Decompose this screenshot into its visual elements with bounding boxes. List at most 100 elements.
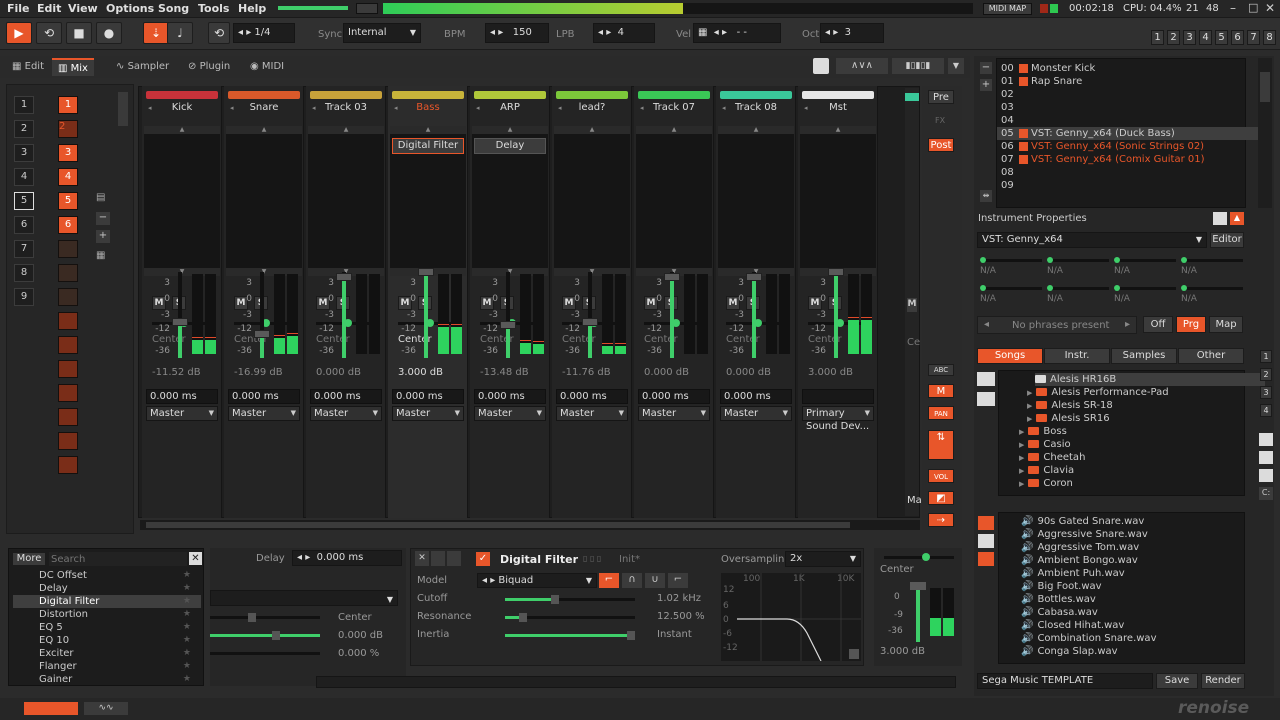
mixer-track-4[interactable]: ◂ARP▲Delay▼MSCenter30-3-12-36-13.48 dB0.…: [470, 86, 550, 518]
scope-toggle-button[interactable]: [356, 3, 378, 14]
sequence-row-8[interactable]: 8: [14, 264, 34, 282]
favorite-star-icon[interactable]: ★: [183, 673, 191, 686]
output-routing-select[interactable]: Master: [228, 406, 300, 421]
tab-plugin[interactable]: ⊘ Plugin: [182, 58, 236, 76]
sequence-row-2[interactable]: 2: [14, 120, 34, 138]
browser-tab-songs[interactable]: Songs: [977, 348, 1043, 364]
track-name[interactable]: Snare: [224, 102, 304, 113]
track-name[interactable]: ARP: [470, 102, 550, 113]
menu-help[interactable]: Help: [238, 2, 266, 15]
menu-tools[interactable]: Tools: [198, 2, 229, 15]
effect-item[interactable]: Exciter ★: [13, 647, 201, 660]
output-routing-select[interactable]: Master: [638, 406, 710, 421]
bandpass-mode-button[interactable]: ∩: [622, 573, 642, 588]
play-button[interactable]: ▶: [6, 22, 32, 44]
sample-file[interactable]: 🔊 Ambient Puh.wav: [1021, 567, 1125, 580]
pre-button[interactable]: Pre: [928, 90, 954, 104]
bandstop-mode-button[interactable]: ∪: [645, 573, 665, 588]
fx-device[interactable]: Digital Filter: [392, 138, 464, 154]
fader-handle[interactable]: [254, 329, 270, 338]
post-button[interactable]: Post: [928, 138, 954, 152]
cutoff-slider[interactable]: [505, 595, 635, 604]
output-routing-select[interactable]: Primary Sound Dev...: [802, 406, 874, 432]
master-volume-slider[interactable]: [278, 6, 348, 10]
menu-options[interactable]: Options: [106, 2, 154, 15]
fader-handle[interactable]: [664, 273, 680, 282]
delay-field[interactable]: 0.000 ms: [720, 389, 792, 404]
user-icon[interactable]: [1259, 451, 1273, 464]
mixer-track-2[interactable]: ◂Track 03▲▼MSCenter30-3-12-360.000 dB0.0…: [306, 86, 386, 518]
template-name-input[interactable]: Sega Music TEMPLATE: [977, 673, 1153, 689]
fx-scroll-up[interactable]: ▲: [472, 126, 548, 134]
clear-search-icon[interactable]: ✕: [189, 552, 202, 565]
sequence-row-1[interactable]: 1: [14, 96, 34, 114]
track-number-3[interactable]: 3: [1183, 30, 1196, 45]
browser-folder[interactable]: ▶ Coron: [1019, 477, 1073, 490]
output-routing-select[interactable]: Master: [474, 406, 546, 421]
phrase-off-button[interactable]: Off: [1143, 316, 1173, 333]
effects-search-input[interactable]: [49, 552, 187, 566]
minimize-icon[interactable]: –: [1230, 1, 1236, 15]
pan-slider[interactable]: [210, 613, 320, 622]
favorite-star-icon[interactable]: ★: [183, 660, 191, 673]
browser-folder[interactable]: ▶ Cheetah: [1019, 451, 1085, 464]
folder-icon[interactable]: [978, 516, 994, 530]
macro-slider[interactable]: [1181, 285, 1243, 291]
track-dsp-select[interactable]: ▼: [210, 590, 398, 606]
delay-field[interactable]: 0.000 ms: [638, 389, 710, 404]
track-name[interactable]: Bass: [388, 102, 468, 113]
device-preset[interactable]: Init*: [619, 554, 640, 565]
delay-field[interactable]: 0.000 ms: [228, 389, 300, 404]
browser-folder[interactable]: ▶ Alesis SR-18: [1027, 399, 1113, 412]
fx-scroll-up[interactable]: ▲: [554, 126, 630, 134]
spectrum-view-button[interactable]: ▮▯▮▯▮: [892, 58, 944, 74]
tab-midi[interactable]: ◉ MIDI: [244, 58, 290, 76]
sample-file[interactable]: 🔊 Aggressive Snare.wav: [1021, 528, 1148, 541]
pattern-slot-6[interactable]: 6: [58, 216, 78, 234]
phrase-map-button[interactable]: Map: [1209, 316, 1243, 333]
browser-folder[interactable]: ▶ Clavia: [1019, 464, 1074, 477]
plugin-select[interactable]: VST: Genny_x64 ▼: [977, 232, 1207, 248]
effect-item[interactable]: Flanger ★: [13, 660, 201, 673]
instrument-row[interactable]: 05 VST: Genny_x64 (Duck Bass): [997, 127, 1263, 140]
menu-file[interactable]: File: [7, 2, 30, 15]
home-icon[interactable]: [1259, 433, 1273, 446]
macro-slider[interactable]: [980, 285, 1042, 291]
sample-file[interactable]: 🔊 Combination Snare.wav: [1021, 632, 1156, 645]
menu-song[interactable]: Song: [158, 2, 189, 15]
mixer-track-6[interactable]: ◂Track 07▲▼MSCenter30-3-12-360.000 dB0.0…: [634, 86, 714, 518]
device-close-button[interactable]: ✕: [415, 551, 429, 566]
delay-field[interactable]: ◂ ▸ 0.000 ms: [292, 550, 402, 566]
sequence-slot-empty[interactable]: [58, 264, 78, 282]
song-position-bar[interactable]: [383, 3, 973, 14]
list-icon[interactable]: [1213, 212, 1227, 225]
pattern-slot-1[interactable]: 1: [58, 96, 78, 114]
effect-item[interactable]: Distortion ★: [13, 608, 201, 621]
menu-view[interactable]: View: [68, 2, 98, 15]
fader-handle[interactable]: [828, 268, 844, 276]
browser-tab-instr[interactable]: Instr.: [1044, 348, 1110, 364]
route-arrow-button[interactable]: ⇢: [928, 513, 954, 527]
tab-edit[interactable]: ▦ Edit: [6, 58, 50, 76]
output-routing-select[interactable]: Master: [392, 406, 464, 421]
device-minimize-button[interactable]: [431, 551, 445, 566]
instrument-row[interactable]: 09: [997, 179, 1263, 192]
expand-icon[interactable]: [813, 58, 829, 74]
sequence-row-5[interactable]: 5: [14, 192, 34, 210]
instrument-row[interactable]: 04: [997, 114, 1263, 127]
pattern-slot-5[interactable]: 5: [58, 192, 78, 210]
sequence-slot-empty[interactable]: [58, 288, 78, 306]
browser-folder[interactable]: Alesis HR16B: [1035, 373, 1265, 386]
effect-item[interactable]: DC Offset ★: [13, 569, 201, 582]
instrument-row[interactable]: 02: [997, 88, 1263, 101]
automation-view-button[interactable]: ∧∨∧: [836, 58, 888, 74]
browser-folder[interactable]: ▶ Boss: [1019, 425, 1067, 438]
device-expand-button[interactable]: [447, 551, 461, 566]
menu-edit[interactable]: Edit: [37, 2, 61, 15]
favorite-star-icon[interactable]: ★: [183, 621, 191, 634]
sample-file[interactable]: 🔊 Ambient Bongo.wav: [1021, 554, 1138, 567]
effect-item[interactable]: Gainer ★: [13, 673, 201, 686]
track-name[interactable]: Track 08: [716, 102, 796, 113]
output-routing-select[interactable]: Master: [310, 406, 382, 421]
instrument-row[interactable]: 08: [997, 166, 1263, 179]
